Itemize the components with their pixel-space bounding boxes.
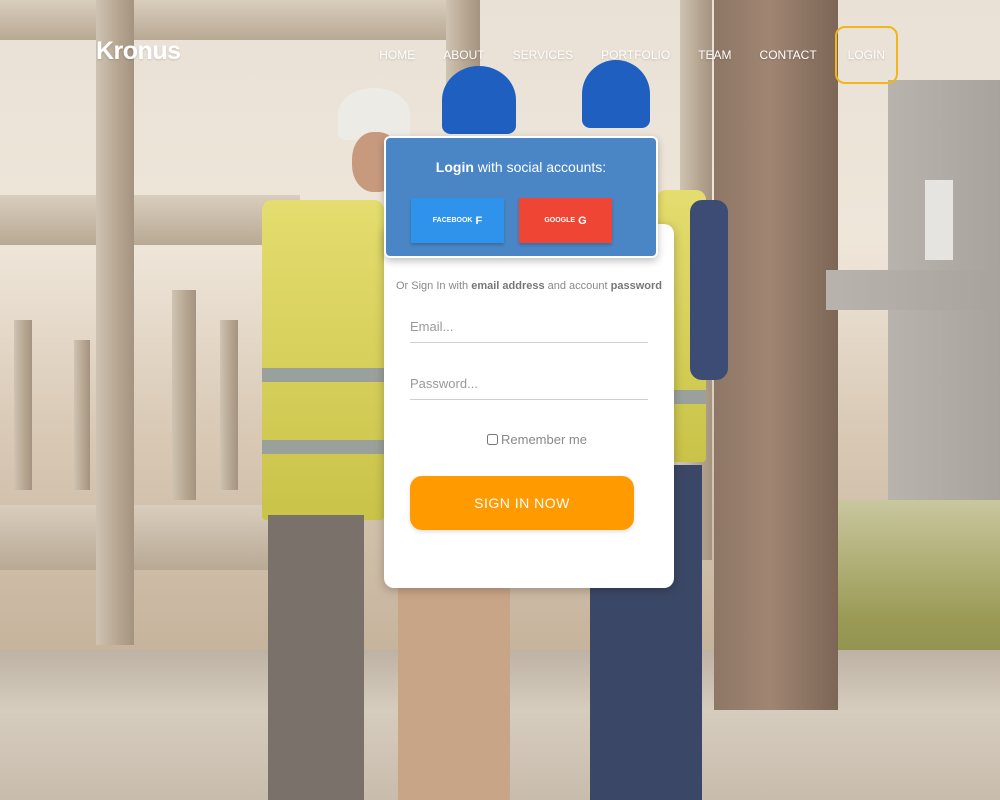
remember-me-checkbox[interactable] <box>487 434 498 445</box>
worker-legs <box>268 515 364 800</box>
remember-me[interactable]: Remember me <box>487 432 587 447</box>
background-slab <box>0 505 300 570</box>
brand-logo[interactable]: Kronus <box>96 37 181 66</box>
nav-item-services[interactable]: SERVICES <box>499 26 587 84</box>
background-pillar <box>714 0 838 710</box>
nav-item-team[interactable]: TEAM <box>684 26 745 84</box>
nav-item-contact[interactable]: CONTACT <box>746 26 831 84</box>
google-button-label: GOOGLE <box>544 217 576 224</box>
nav-item-portfolio[interactable]: PORTFOLIO <box>587 26 684 84</box>
google-icon: G <box>578 214 587 227</box>
safety-vest <box>262 200 384 520</box>
background-column <box>14 320 32 490</box>
nav-item-about[interactable]: ABOUT <box>429 26 498 84</box>
vest-stripe <box>262 368 384 382</box>
social-title-rest: with social accounts: <box>473 159 607 175</box>
social-login-panel: Login with social accounts: FACEBOOK f G… <box>384 136 658 258</box>
google-login-button[interactable]: GOOGLE G <box>519 198 612 243</box>
social-title-bold: Login <box>435 159 474 175</box>
signin-hint: Or Sign In with email address and accoun… <box>384 280 674 292</box>
background-beam <box>826 270 1000 310</box>
sign-in-button[interactable]: SIGN IN NOW <box>410 476 634 530</box>
hint-bold1: email address <box>471 280 545 292</box>
email-field[interactable] <box>410 311 648 343</box>
nav-login-button[interactable]: LOGIN <box>834 26 898 84</box>
background-column <box>220 320 238 490</box>
hint-bold2: password <box>610 280 662 292</box>
social-login-title: Login with social accounts: <box>386 159 656 175</box>
password-field[interactable] <box>410 368 648 400</box>
hint-part1: Or Sign In with <box>396 280 472 292</box>
login-card <box>384 224 674 588</box>
background-slab <box>0 195 300 245</box>
facebook-icon: f <box>475 214 483 227</box>
remember-me-label: Remember me <box>501 432 587 447</box>
vest-stripe <box>262 440 384 454</box>
worker-legs <box>398 585 510 800</box>
main-nav: HOME ABOUT SERVICES PORTFOLIO TEAM CONTA… <box>365 26 898 84</box>
nav-item-home[interactable]: HOME <box>365 26 429 84</box>
hint-part2: and account <box>544 280 611 292</box>
background-column <box>172 290 196 500</box>
background-column <box>96 0 134 645</box>
facebook-button-label: FACEBOOK <box>432 217 473 224</box>
background-column <box>74 340 90 490</box>
worker-arm <box>690 200 728 380</box>
background-window <box>925 180 953 260</box>
facebook-login-button[interactable]: FACEBOOK f <box>411 198 504 243</box>
